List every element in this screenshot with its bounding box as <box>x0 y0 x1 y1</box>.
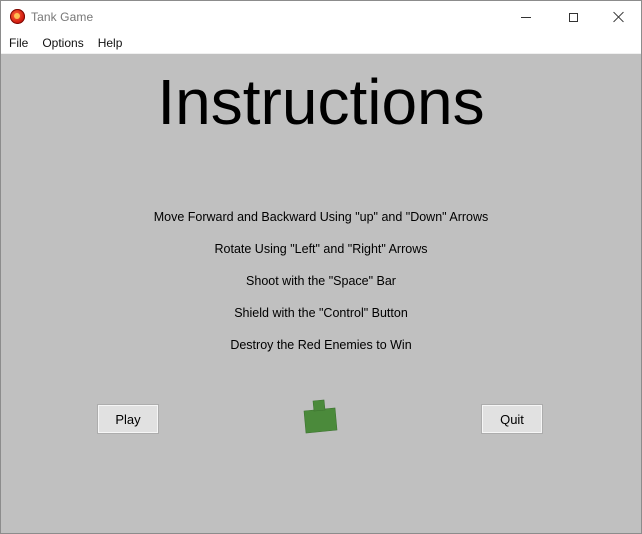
close-icon <box>613 11 625 23</box>
menu-file[interactable]: File <box>1 34 34 52</box>
instruction-move: Move Forward and Backward Using "up" and… <box>153 210 489 224</box>
window-title: Tank Game <box>31 10 94 24</box>
maximize-icon <box>568 12 578 22</box>
title-bar[interactable]: Tank Game <box>1 1 641 33</box>
app-window: Tank Game File Options Help Instructions… <box>0 0 642 534</box>
instruction-shoot: Shoot with the "Space" Bar <box>246 274 396 288</box>
minimize-button[interactable] <box>503 1 549 33</box>
quit-button[interactable]: Quit <box>481 404 543 434</box>
page-title: Instructions <box>157 66 485 138</box>
menu-bar: File Options Help <box>1 33 641 54</box>
player-tank-icon <box>303 399 338 434</box>
app-icon <box>10 9 25 24</box>
minimize-icon <box>521 16 531 18</box>
game-canvas: Instructions Move Forward and Backward U… <box>1 54 641 533</box>
instruction-shield: Shield with the "Control" Button <box>234 306 408 320</box>
instruction-rotate: Rotate Using "Left" and "Right" Arrows <box>214 242 428 256</box>
instruction-goal: Destroy the Red Enemies to Win <box>230 338 412 352</box>
play-button[interactable]: Play <box>97 404 159 434</box>
menu-options[interactable]: Options <box>40 34 89 52</box>
menu-help[interactable]: Help <box>96 34 129 52</box>
close-button[interactable] <box>596 1 641 33</box>
maximize-button[interactable] <box>550 1 596 33</box>
